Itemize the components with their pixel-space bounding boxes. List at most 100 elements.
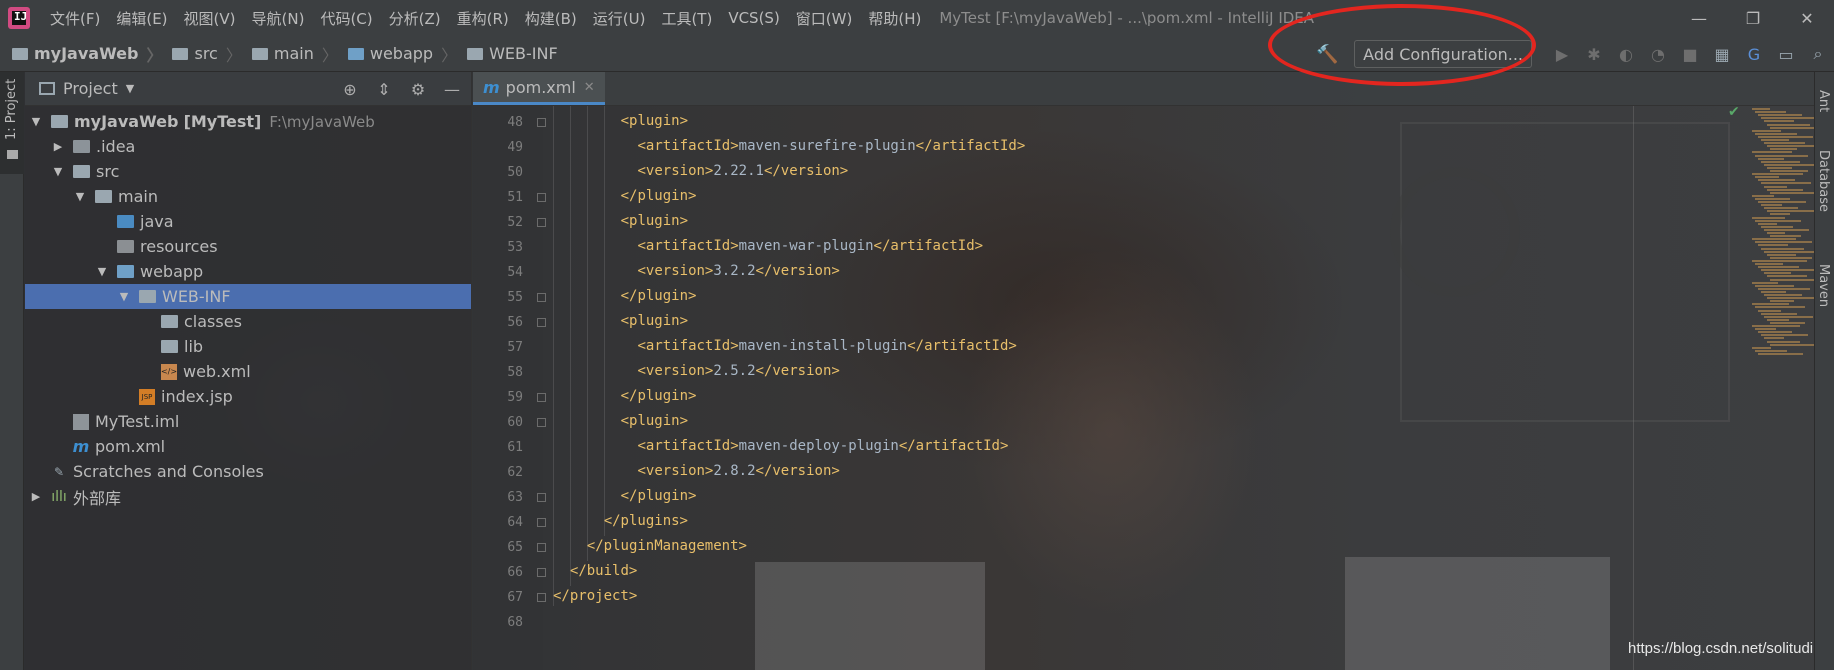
menu-help[interactable]: 帮助(H) xyxy=(860,8,929,29)
web-folder-icon xyxy=(117,265,134,278)
tree-node-web-xml[interactable]: </> web.xml xyxy=(25,359,471,384)
database-tool-tab[interactable]: Database xyxy=(1816,150,1831,212)
close-window-button[interactable]: ✕ xyxy=(1780,0,1834,36)
tree-node-classes[interactable]: classes xyxy=(25,309,471,334)
chevron-down-icon[interactable]: ▼ xyxy=(126,82,134,95)
tree-node-web-inf[interactable]: ▼ WEB-INF xyxy=(25,284,471,309)
fold-marker-icon[interactable] xyxy=(537,593,546,602)
breadcrumb-item[interactable]: myJavaWeb 〉 xyxy=(0,42,162,66)
overview-mark xyxy=(1761,312,1797,315)
fold-marker-icon[interactable] xyxy=(537,518,546,527)
fold-marker-icon[interactable] xyxy=(537,418,546,427)
overview-mark xyxy=(1752,194,1774,197)
tree-node-lib[interactable]: lib xyxy=(25,334,471,359)
tree-node-webapp[interactable]: ▼ webapp xyxy=(25,259,471,284)
menu-navigate[interactable]: 导航(N) xyxy=(244,8,313,29)
menu-build[interactable]: 构建(B) xyxy=(517,8,585,29)
expand-arrow-icon[interactable]: ▼ xyxy=(29,115,43,128)
coverage-icon[interactable]: ◐ xyxy=(1612,40,1640,68)
profile-icon[interactable]: ◔ xyxy=(1644,40,1672,68)
menu-vcs[interactable]: VCS(S) xyxy=(720,9,787,27)
tree-node-label: pom.xml xyxy=(95,437,166,456)
menu-refactor[interactable]: 重构(R) xyxy=(449,8,517,29)
code-line: <version>2.5.2</version> xyxy=(637,363,840,379)
tree-node-label: 外部库 xyxy=(73,488,122,508)
fold-marker-icon[interactable] xyxy=(537,218,546,227)
menu-analyze[interactable]: 分析(Z) xyxy=(381,8,449,29)
locate-icon[interactable]: ⊕ xyxy=(337,76,363,102)
tree-node-mytest-iml[interactable]: MyTest.iml xyxy=(25,409,471,434)
menu-run[interactable]: 运行(U) xyxy=(585,8,654,29)
collapse-icon[interactable]: ⇕ xyxy=(371,76,397,102)
module-folder-icon xyxy=(51,115,68,128)
menu-edit[interactable]: 编辑(E) xyxy=(108,8,175,29)
maven-tool-tab[interactable]: Maven xyxy=(1816,264,1831,307)
terminal-icon[interactable]: ▭ xyxy=(1772,40,1800,68)
stop-icon[interactable]: ■ xyxy=(1676,40,1704,68)
minimize-button[interactable]: — xyxy=(1672,0,1726,36)
expand-arrow-icon[interactable]: ▼ xyxy=(73,190,87,203)
overview-mark xyxy=(1761,182,1811,185)
settings-icon[interactable]: ⚙ xyxy=(405,76,431,102)
right-margin-guide xyxy=(1633,106,1634,670)
restore-button[interactable]: ❐ xyxy=(1726,0,1780,36)
code-line: <artifactId>maven-war-plugin</artifactId… xyxy=(637,238,984,254)
overview-mark xyxy=(1767,210,1814,213)
ant-tool-tab[interactable]: Ant xyxy=(1816,90,1831,112)
overview-mark xyxy=(1761,225,1793,228)
run-icon[interactable]: ▶ xyxy=(1548,40,1576,68)
fold-marker-icon[interactable] xyxy=(537,543,546,552)
fold-marker-icon[interactable] xyxy=(537,568,546,577)
fold-marker-icon[interactable] xyxy=(537,118,546,127)
tree-node-label: classes xyxy=(184,312,242,331)
fold-marker-icon[interactable] xyxy=(537,493,546,502)
overview-mark xyxy=(1767,232,1785,234)
tree-node-main[interactable]: ▼ main xyxy=(25,184,471,209)
breadcrumb-item[interactable]: src 〉 xyxy=(162,42,242,66)
tree-node-resources[interactable]: resources xyxy=(25,234,471,259)
tree-node-myjavaweb[interactable]: ▼ myJavaWeb [MyTest] F:\myJavaWeb xyxy=(25,109,471,134)
left-tool-strip: 1: Project xyxy=(0,72,24,670)
tree-node-pom-xml[interactable]: m pom.xml xyxy=(25,434,471,459)
translate-icon[interactable]: G xyxy=(1740,40,1768,68)
project-panel-header: Project ▼ ⊕ ⇕ ⚙ — xyxy=(25,72,471,106)
fold-marker-icon[interactable] xyxy=(537,318,546,327)
tree-node-src[interactable]: ▼ src xyxy=(25,159,471,184)
project-tool-tab[interactable]: 1: Project xyxy=(0,72,24,174)
tree-node-scratches[interactable]: ✎ Scratches and Consoles xyxy=(25,459,471,484)
tree-node-index-jsp[interactable]: JSP index.jsp xyxy=(25,384,471,409)
menu-tools[interactable]: 工具(T) xyxy=(653,8,720,29)
hide-icon[interactable]: — xyxy=(439,76,465,102)
overview-mark xyxy=(1752,325,1800,327)
project-structure-icon[interactable]: ▦ xyxy=(1708,40,1736,68)
breadcrumb-item[interactable]: webapp 〉 xyxy=(338,42,457,66)
overview-mark xyxy=(1758,222,1777,225)
fold-marker-icon[interactable] xyxy=(537,293,546,302)
code-area[interactable]: 48 49 50 51 52 53 54 55 56 57 58 59 60 61 62 63 64 65 66 67… xyxy=(473,106,1823,670)
expand-arrow-icon[interactable]: ▼ xyxy=(95,265,109,278)
menu-window[interactable]: 窗口(W) xyxy=(788,8,861,29)
folder-icon xyxy=(139,290,156,303)
fold-marker-icon[interactable] xyxy=(537,393,546,402)
fold-marker-icon[interactable] xyxy=(537,193,546,202)
editor-tab-pom-xml[interactable]: m pom.xml ✕ xyxy=(473,72,605,105)
project-panel-title[interactable]: Project xyxy=(63,79,118,98)
menu-view[interactable]: 视图(V) xyxy=(176,8,244,29)
tree-node-java[interactable]: java xyxy=(25,209,471,234)
folder-icon xyxy=(251,47,268,60)
menu-code[interactable]: 代码(C) xyxy=(312,8,380,29)
search-icon[interactable]: ⌕ xyxy=(1804,40,1832,68)
expand-arrow-icon[interactable]: ▼ xyxy=(51,165,65,178)
breadcrumb-item[interactable]: WEB-INF xyxy=(457,44,558,63)
expand-arrow-icon[interactable]: ▶ xyxy=(29,490,43,503)
menu-file[interactable]: 文件(F) xyxy=(42,8,108,29)
breadcrumb-item[interactable]: main 〉 xyxy=(242,42,338,66)
expand-arrow-icon[interactable]: ▶ xyxy=(51,140,65,153)
debug-icon[interactable]: ✱ xyxy=(1580,40,1608,68)
close-icon[interactable]: ✕ xyxy=(584,80,595,95)
tree-node-external-libraries[interactable]: ▶ ıllı 外部库 xyxy=(25,484,471,509)
overview-mark xyxy=(1767,340,1800,343)
tree-node-idea[interactable]: ▶ .idea xyxy=(25,134,471,159)
expand-arrow-icon[interactable]: ▼ xyxy=(117,290,131,303)
indent-guide xyxy=(570,106,571,586)
